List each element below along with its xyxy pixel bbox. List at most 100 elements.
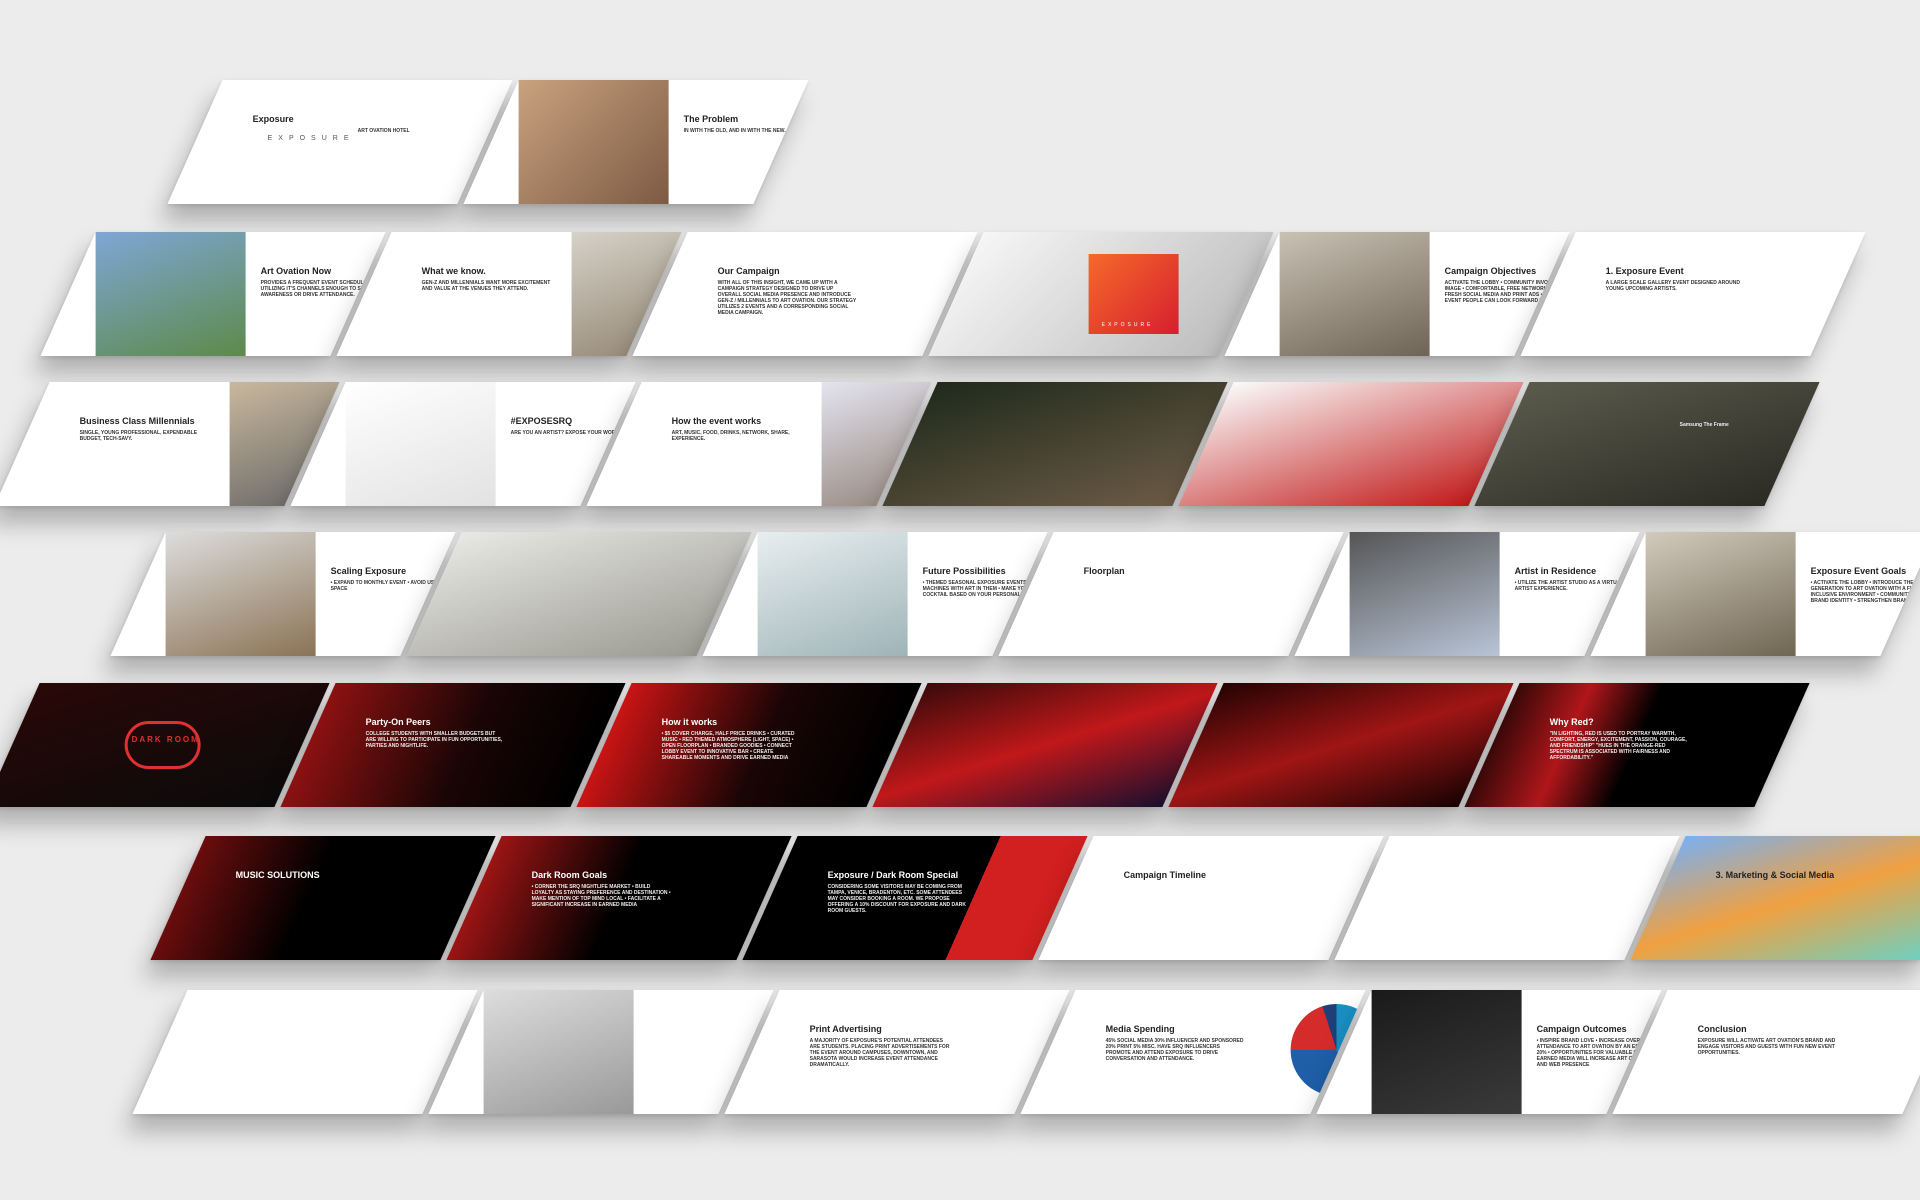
slide-photo bbox=[1279, 232, 1430, 356]
slide-photo bbox=[1645, 532, 1796, 656]
slide-thumbnail[interactable]: Samsung The Frame bbox=[1474, 382, 1820, 506]
slide-content: DARK ROOM bbox=[0, 683, 330, 807]
slide-body: IN WITH THE OLD, AND IN WITH THE NEW. bbox=[683, 128, 786, 134]
slide-title: Exposure bbox=[252, 114, 294, 124]
slide-thumbnail[interactable]: 1. Exposure Event A LARGE SCALE GALLERY E… bbox=[1520, 232, 1866, 356]
slide-content bbox=[1184, 683, 1514, 807]
slide-title: DARK ROOM bbox=[131, 735, 200, 744]
slide-content: 3. Marketing & Social Media bbox=[1646, 836, 1920, 960]
slide-thumbnail[interactable]: Business Class Millennials SINGLE, YOUNG … bbox=[0, 382, 340, 506]
slide-content bbox=[1194, 382, 1524, 506]
slide-thumbnail[interactable] bbox=[132, 990, 478, 1114]
slide-thumbnail[interactable] bbox=[882, 382, 1228, 506]
slide-content: Media Spending 45% SOCIAL MEDIA 30% INFLU… bbox=[1036, 990, 1366, 1114]
exposure-wordmark: EXPOSURE bbox=[1101, 322, 1154, 328]
slide-photo bbox=[1349, 532, 1500, 656]
slide-body: ART, MUSIC, FOOD, DRINKS, NETWORK, SHARE… bbox=[671, 430, 790, 442]
slide-content bbox=[1350, 836, 1680, 960]
slide-title: Party-On Peers bbox=[365, 717, 431, 727]
slide-thumbnail[interactable]: Campaign Timeline bbox=[1038, 836, 1384, 960]
slide-thumbnail[interactable]: Our Campaign WITH ALL OF THIS INSIGHT, WE… bbox=[632, 232, 978, 356]
slide-content bbox=[422, 532, 752, 656]
slide-content: Scaling Exposure • EXPAND TO MONTHLY EVEN… bbox=[126, 532, 456, 656]
slide-content: Dark Room Goals • CORNER THE SRQ NIGHTLIF… bbox=[462, 836, 792, 960]
slide-thumbnail[interactable]: Exposure / Dark Room Special CONSIDERING … bbox=[742, 836, 1088, 960]
slide-photo bbox=[483, 990, 634, 1114]
slide-body: A MAJORITY OF EXPOSURE'S POTENTIAL ATTEN… bbox=[809, 1038, 950, 1068]
slide-thumbnail[interactable]: Party-On Peers COLLEGE STUDENTS WITH SMAL… bbox=[280, 683, 626, 807]
slide-body: "IN LIGHTING, RED IS USED TO PORTRAY WAR… bbox=[1549, 731, 1687, 761]
slide-thumbnail[interactable]: #EXPOSESRQ ARE YOU AN ARTIST? EXPOSE YOUR… bbox=[290, 382, 636, 506]
slide-thumbnail[interactable]: 3. Marketing & Social Media bbox=[1630, 836, 1920, 960]
slide-thumbnail[interactable] bbox=[1334, 836, 1680, 960]
slide-title: Business Class Millennials bbox=[79, 416, 195, 426]
slide-content: The Problem IN WITH THE OLD, AND IN WITH … bbox=[479, 80, 809, 204]
slide-content: How it works • $5 COVER CHARGE, HALF PRIC… bbox=[592, 683, 922, 807]
slide-thumbnail[interactable]: How it works • $5 COVER CHARGE, HALF PRIC… bbox=[576, 683, 922, 807]
slide-content: What we know. GEN-Z AND MILLENNIALS WANT … bbox=[352, 232, 682, 356]
slide-thumbnail[interactable] bbox=[1168, 683, 1514, 807]
slide-content: MUSIC SOLUTIONS bbox=[166, 836, 496, 960]
slide-thumbnail[interactable] bbox=[406, 532, 752, 656]
slide-thumbnail[interactable] bbox=[1178, 382, 1524, 506]
slide-content: Party-On Peers COLLEGE STUDENTS WITH SMAL… bbox=[296, 683, 626, 807]
slide-thumbnail[interactable]: What we know. GEN-Z AND MILLENNIALS WANT … bbox=[336, 232, 682, 356]
slide-thumbnail[interactable] bbox=[428, 990, 774, 1114]
slide-title: Floorplan bbox=[1083, 566, 1125, 576]
slide-content: Campaign Timeline bbox=[1054, 836, 1384, 960]
slide-thumbnail[interactable]: DARK ROOM bbox=[0, 683, 330, 807]
slide-thumbnail[interactable]: Print Advertising A MAJORITY OF EXPOSURE'… bbox=[724, 990, 1070, 1114]
slide-title: Conclusion bbox=[1697, 1024, 1747, 1034]
slide-content: Artist in Residence • UTILIZE THE ARTIST … bbox=[1310, 532, 1640, 656]
slide-content bbox=[888, 683, 1218, 807]
slide-title: 1. Exposure Event bbox=[1605, 266, 1684, 276]
slide-caption: Samsung The Frame bbox=[1679, 422, 1729, 428]
slide-title: The Problem bbox=[683, 114, 739, 124]
slide-thumbnail[interactable]: Dark Room Goals • CORNER THE SRQ NIGHTLIF… bbox=[446, 836, 792, 960]
slide-title: How it works bbox=[661, 717, 718, 727]
slide-body: WITH ALL OF THIS INSIGHT, WE CAME UP WIT… bbox=[717, 280, 857, 316]
slide-title: Campaign Timeline bbox=[1123, 870, 1206, 880]
slide-title: Campaign Outcomes bbox=[1536, 1024, 1627, 1034]
slide-content bbox=[898, 382, 1228, 506]
slide-thumbnail[interactable]: Campaign Outcomes • INSPIRE BRAND LOVE • … bbox=[1316, 990, 1662, 1114]
slide-photo bbox=[757, 532, 908, 656]
slide-content: EXPOSURE bbox=[944, 232, 1274, 356]
slide-title: Dark Room Goals bbox=[531, 870, 608, 880]
slide-body: SINGLE, YOUNG PROFESSIONAL, EXPENDABLE B… bbox=[79, 430, 198, 442]
slide-content: Business Class Millennials SINGLE, YOUNG … bbox=[10, 382, 340, 506]
slide-thumbnail[interactable]: Campaign Objectives ACTIVATE THE LOBBY • … bbox=[1224, 232, 1570, 356]
slide-title: Print Advertising bbox=[809, 1024, 882, 1034]
slide-content: Campaign Objectives ACTIVATE THE LOBBY • … bbox=[1240, 232, 1570, 356]
slide-body: COLLEGE STUDENTS WITH SMALLER BUDGETS BU… bbox=[365, 731, 503, 749]
slide-thumbnail[interactable]: Future Possibilities • THEMED SEASONAL EX… bbox=[702, 532, 1048, 656]
slide-body: • ACTIVATE THE LOBBY • INTRODUCE THE YOU… bbox=[1810, 580, 1920, 604]
slide-title: Exposure Event Goals bbox=[1810, 566, 1907, 576]
slide-thumbnail[interactable]: EXPOSURE bbox=[928, 232, 1274, 356]
slide-thumbnail[interactable]: Exposure ART OVATION HOTEL EXPOSURE bbox=[167, 80, 513, 204]
slide-title: Why Red? bbox=[1549, 717, 1594, 727]
exposure-wordmark: EXPOSURE bbox=[267, 135, 355, 142]
slide-thumbnail[interactable]: Media Spending 45% SOCIAL MEDIA 30% INFLU… bbox=[1020, 990, 1366, 1114]
slide-thumbnail[interactable] bbox=[872, 683, 1218, 807]
slide-thumbnail[interactable]: Exposure Event Goals • ACTIVATE THE LOBBY… bbox=[1590, 532, 1920, 656]
slide-subtitle: ART OVATION HOTEL bbox=[357, 128, 410, 134]
slide-body: GEN-Z AND MILLENNIALS WANT MORE EXCITEME… bbox=[421, 280, 551, 292]
slide-thumbnail[interactable]: Scaling Exposure • EXPAND TO MONTHLY EVEN… bbox=[110, 532, 456, 656]
slide-title: Artist in Residence bbox=[1514, 566, 1597, 576]
slide-thumbnail[interactable]: Why Red? "IN LIGHTING, RED IS USED TO POR… bbox=[1464, 683, 1810, 807]
slide-title: Art Ovation Now bbox=[260, 266, 332, 276]
slide-thumbnail[interactable]: Artist in Residence • UTILIZE THE ARTIST … bbox=[1294, 532, 1640, 656]
slide-thumbnail[interactable]: The Problem IN WITH THE OLD, AND IN WITH … bbox=[463, 80, 809, 204]
slide-thumbnail[interactable]: Art Ovation Now PROVIDES A FREQUENT EVENT… bbox=[40, 232, 386, 356]
slide-thumbnail[interactable]: MUSIC SOLUTIONS bbox=[150, 836, 496, 960]
slide-content: Floorplan bbox=[1014, 532, 1344, 656]
slide-thumbnail[interactable]: How the event works ART, MUSIC, FOOD, DRI… bbox=[586, 382, 932, 506]
slide-content: Samsung The Frame bbox=[1490, 382, 1820, 506]
slide-body: CONSIDERING SOME VISITORS MAY BE COMING … bbox=[827, 884, 966, 914]
slide-content: Print Advertising A MAJORITY OF EXPOSURE'… bbox=[740, 990, 1070, 1114]
slide-title: Our Campaign bbox=[717, 266, 780, 276]
slide-title: What we know. bbox=[421, 266, 486, 276]
slide-thumbnail[interactable]: Conclusion EXPOSURE WILL ACTIVATE ART OVA… bbox=[1612, 990, 1920, 1114]
slide-thumbnail[interactable]: Floorplan bbox=[998, 532, 1344, 656]
